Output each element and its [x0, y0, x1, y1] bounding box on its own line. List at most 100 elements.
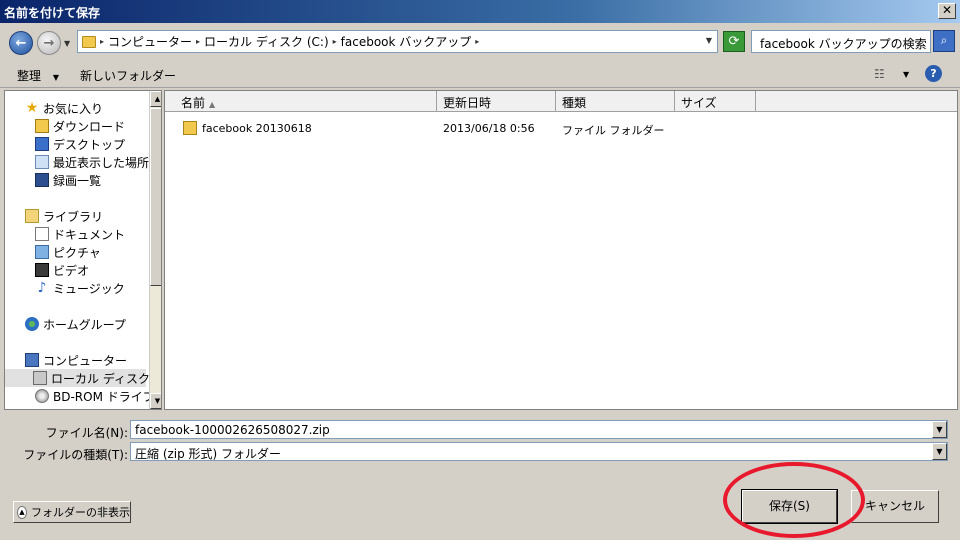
- nav-item-videos[interactable]: ビデオ: [35, 261, 89, 279]
- column-header-size[interactable]: サイズ: [675, 91, 756, 112]
- nav-item-recordings[interactable]: 録画一覧: [35, 171, 101, 189]
- refresh-icon[interactable]: ⟳: [723, 31, 745, 52]
- nav-item-downloads[interactable]: ダウンロード: [35, 117, 125, 135]
- nav-item-label: デスクトップ: [53, 137, 126, 152]
- hide-folders-button[interactable]: ▲ フォルダーの非表示: [13, 501, 131, 523]
- scroll-down-arrow-icon[interactable]: ▼: [150, 393, 161, 409]
- videos-icon: [35, 263, 49, 277]
- new-folder-button[interactable]: 新しいフォルダー: [80, 67, 176, 84]
- column-header-modified[interactable]: 更新日時: [437, 91, 556, 112]
- chevron-up-icon: ▲: [17, 505, 27, 519]
- nav-item-recent-places[interactable]: 最近表示した場所: [35, 153, 149, 171]
- file-name: facebook 20130618: [202, 122, 312, 135]
- navigation-pane: ★ お気に入り ダウンロード デスクトップ 最近表示した場所 録画一覧 ライブラ…: [4, 90, 162, 410]
- search-input[interactable]: facebook バックアップの検索: [751, 30, 931, 53]
- nav-item-label: BD-ROM ドライブ: [53, 389, 155, 404]
- nav-item-label: ピクチャ: [53, 245, 101, 260]
- breadcrumb-facebook-backup[interactable]: facebook バックアップ: [341, 33, 472, 50]
- nav-item-computer[interactable]: コンピューター: [25, 351, 127, 369]
- chevron-right-icon[interactable]: ▸: [333, 37, 337, 46]
- nav-item-documents[interactable]: ドキュメント: [35, 225, 125, 243]
- nav-item-label: コンピューター: [43, 353, 128, 368]
- homegroup-icon: [25, 317, 39, 331]
- scroll-thumb[interactable]: [150, 108, 161, 286]
- desktop-icon: [35, 137, 49, 151]
- chevron-down-icon: ▼: [52, 73, 59, 82]
- nav-item-label: 録画一覧: [53, 173, 102, 188]
- nav-item-desktop[interactable]: デスクトップ: [35, 135, 125, 153]
- address-bar: ← → ▼ ▸ コンピューター ▸ ローカル ディスク (C:) ▸ faceb…: [0, 23, 960, 60]
- breadcrumb[interactable]: ▸ コンピューター ▸ ローカル ディスク (C:) ▸ facebook バッ…: [77, 30, 718, 53]
- view-chevron-down-icon[interactable]: ▼: [903, 70, 909, 79]
- breadcrumb-computer[interactable]: コンピューター: [108, 33, 192, 50]
- search-icon[interactable]: ⌕: [933, 30, 955, 52]
- filetype-label: ファイルの種類(T):: [23, 448, 128, 462]
- filename-dropdown-icon[interactable]: ▼: [932, 421, 947, 438]
- file-modified: 2013/06/18 0:56: [443, 122, 535, 135]
- organize-button[interactable]: 整理 ▼: [17, 67, 59, 84]
- nav-item-pictures[interactable]: ピクチャ: [35, 243, 101, 261]
- save-button[interactable]: 保存(S): [741, 489, 838, 524]
- file-list: 名前 ▲ 更新日時 種類 サイズ facebook 20130618 2013/0…: [164, 90, 958, 410]
- filetype-row: ファイルの種類(T): 圧縮 (zip 形式) フォルダー ▼: [0, 442, 960, 464]
- local-disk-icon: [33, 371, 47, 385]
- nav-item-label: ライブラリ: [43, 209, 104, 224]
- nav-item-homegroup[interactable]: ホームグループ: [25, 315, 126, 333]
- back-arrow-icon[interactable]: ←: [9, 31, 33, 55]
- downloads-icon: [35, 119, 49, 133]
- file-row[interactable]: facebook 20130618 2013/06/18 0:56 ファイル フ…: [165, 119, 957, 139]
- title-bar: 名前を付けて保存 ✕: [0, 0, 960, 23]
- organize-label: 整理: [17, 69, 42, 83]
- nav-item-label: ダウンロード: [53, 119, 126, 134]
- nav-item-label: ドキュメント: [53, 227, 126, 242]
- nav-item-music[interactable]: ♪ ミュージック: [35, 279, 125, 297]
- address-history-chevron-icon[interactable]: ▼: [706, 36, 712, 45]
- nav-item-label: ホームグループ: [43, 317, 126, 332]
- nav-item-label: ローカル ディスク (C: [51, 371, 162, 386]
- nav-item-label: お気に入り: [43, 101, 104, 116]
- cancel-button[interactable]: キャンセル: [851, 490, 939, 523]
- breadcrumb-local-disk[interactable]: ローカル ディスク (C:): [204, 33, 329, 50]
- filetype-dropdown-icon[interactable]: ▼: [932, 443, 947, 460]
- star-icon: ★: [25, 100, 39, 116]
- hide-folders-label: フォルダーの非表示: [31, 506, 130, 519]
- filetype-select[interactable]: 圧縮 (zip 形式) フォルダー: [130, 442, 948, 461]
- nav-item-label: 最近表示した場所: [53, 155, 150, 170]
- command-toolbar: 整理 ▼ 新しいフォルダー ☷ ▼ ?: [0, 60, 960, 88]
- window-title: 名前を付けて保存: [4, 6, 101, 20]
- sort-ascending-icon: ▲: [209, 100, 216, 109]
- chevron-right-icon[interactable]: ▸: [475, 37, 479, 46]
- recordings-icon: [35, 173, 49, 187]
- filename-label: ファイル名(N):: [45, 426, 128, 440]
- bd-rom-icon: [35, 389, 49, 403]
- forward-arrow-icon[interactable]: →: [37, 31, 61, 55]
- nav-item-favorites[interactable]: ★ お気に入り: [25, 99, 103, 117]
- close-icon[interactable]: ✕: [938, 3, 956, 19]
- scroll-up-arrow-icon[interactable]: ▲: [150, 91, 161, 107]
- library-icon: [25, 209, 39, 223]
- documents-icon: [35, 227, 49, 241]
- folder-icon: [82, 35, 96, 48]
- column-header-type[interactable]: 種類: [556, 91, 675, 112]
- nav-item-label: ミュージック: [53, 281, 125, 296]
- nav-item-label: ビデオ: [53, 263, 90, 278]
- chevron-right-icon[interactable]: ▸: [100, 37, 104, 46]
- nav-item-libraries[interactable]: ライブラリ: [25, 207, 103, 225]
- nav-item-local-disk[interactable]: ローカル ディスク (C: [5, 369, 161, 387]
- recent-places-icon: [35, 155, 49, 169]
- recent-pages-chevron-icon[interactable]: ▼: [64, 39, 70, 48]
- folder-icon: [183, 121, 197, 135]
- navigation-scrollbar[interactable]: ▲ ▼: [149, 91, 161, 409]
- music-icon: ♪: [37, 280, 47, 296]
- filename-input[interactable]: facebook-100002626508027.zip: [130, 420, 948, 439]
- help-icon[interactable]: ?: [925, 65, 942, 82]
- column-header-row: 名前 ▲ 更新日時 種類 サイズ: [165, 91, 957, 112]
- pictures-icon: [35, 245, 49, 259]
- computer-icon: [25, 353, 39, 367]
- filename-row: ファイル名(N): facebook-100002626508027.zip ▼: [0, 420, 960, 442]
- file-type: ファイル フォルダー: [562, 124, 665, 137]
- nav-item-bd-rom[interactable]: BD-ROM ドライブ: [35, 387, 155, 405]
- column-header-name[interactable]: 名前 ▲: [165, 91, 437, 112]
- view-options-icon[interactable]: ☷: [874, 67, 885, 81]
- chevron-right-icon[interactable]: ▸: [196, 37, 200, 46]
